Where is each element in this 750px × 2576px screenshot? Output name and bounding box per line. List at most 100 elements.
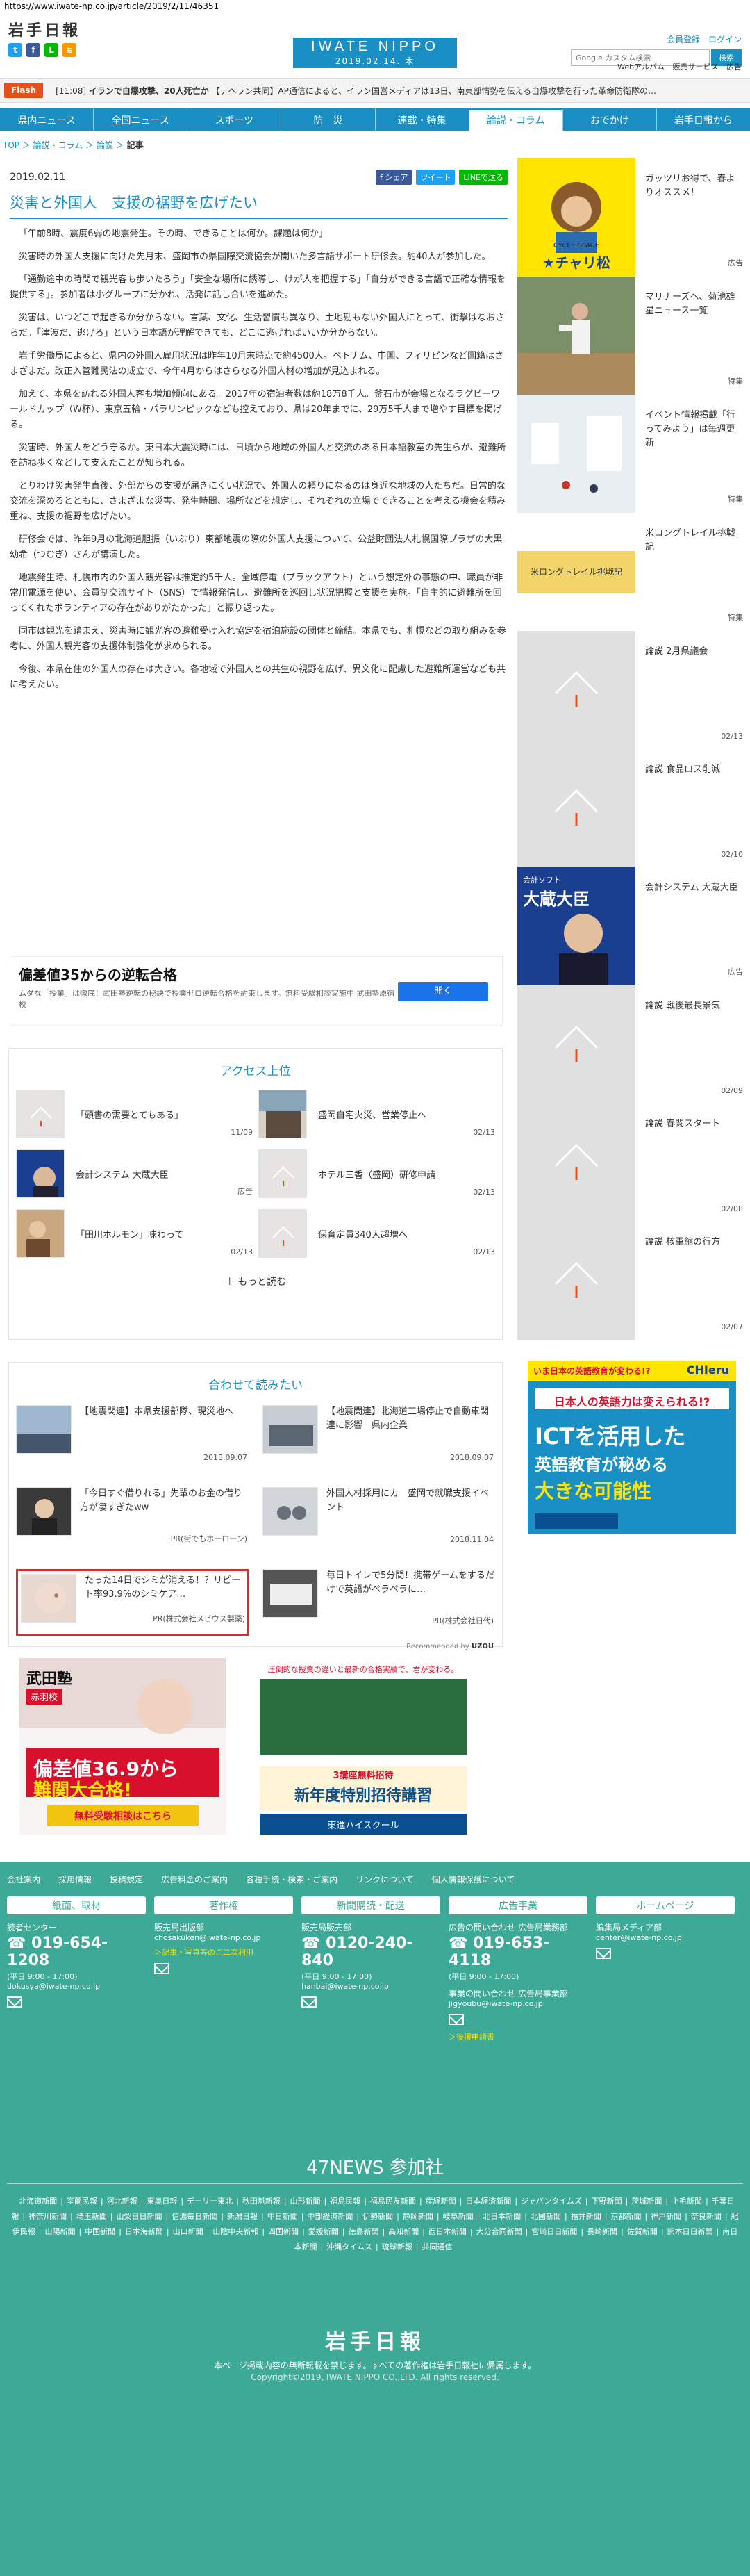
news47-paper-link[interactable]: 神奈川新聞 [28,2212,67,2221]
sidebar-item[interactable]: イベント情報掲載「行ってみよう」は毎週更新 特集 [517,395,750,513]
sidebar-item[interactable]: マリナーズへ、菊池雄星ニュース一覧 特集 [517,277,750,395]
news47-paper-link[interactable]: 中部経済新聞 [307,2212,353,2221]
news47-paper-link[interactable]: 長崎新聞 [587,2227,617,2236]
line-share-button[interactable]: LINEで送る [459,170,508,185]
flash-headline[interactable]: イランで自爆攻撃、20人死亡か [89,86,209,96]
news47-paper-link[interactable]: ジャパンタイムズ [521,2197,582,2206]
ranking-item[interactable]: 盛岡自宅火災、営業停止へ 02/13 [258,1090,495,1138]
ranking-item[interactable]: 保育定員340人超増へ 02/13 [258,1209,495,1258]
news47-paper-link[interactable]: 北海道新聞 [19,2197,57,2206]
news47-paper-link[interactable]: 佐賀新聞 [627,2227,658,2236]
tweet-button[interactable]: ツイート [416,170,456,185]
sidebar-item[interactable]: 会計ソフト 大蔵大臣 会計システム 大蔵大臣 広告 [517,867,750,985]
news47-paper-link[interactable]: 新潟日報 [227,2212,258,2221]
twitter-icon[interactable]: t [8,43,22,57]
ad-banner[interactable]: 偏差値35からの逆転合格 ムダな「授業」は徹底！武田塾逆転の秘訣で授業ゼロ逆転合… [10,956,503,1026]
sidebar-item[interactable]: 米ロングトレイル挑戦記 米ロングトレイル挑戦記 特集 [517,513,750,631]
footer-link-privacy[interactable]: 個人情報保護について [432,1873,515,1885]
contact-email[interactable]: jigyoubu@iwate-np.co.jp [449,1999,588,2008]
nav-features[interactable]: 連載・特集 [376,108,469,131]
news47-paper-link[interactable]: 産経新聞 [426,2197,456,2206]
news47-paper-link[interactable]: 福島民友新聞 [370,2197,416,2206]
contact-note-link[interactable]: ＞後援申請書 [449,2031,588,2042]
ranking-item[interactable]: 会計システム 大蔵大臣 広告 [16,1149,253,1198]
news47-paper-link[interactable]: 山形新聞 [290,2197,321,2206]
news47-paper-link[interactable]: 熊本日日新聞 [667,2227,713,2236]
ranking-item[interactable]: 「田川ホルモン」味わって 02/13 [16,1209,253,1258]
news47-paper-link[interactable]: 下野新聞 [592,2197,622,2206]
news47-paper-link[interactable]: 福井新聞 [571,2212,601,2221]
recommended-item-highlighted[interactable]: たった14日でシミが消える！？リピート率93.9%のシミケア… PR(株式会社メ… [16,1569,249,1636]
register-link[interactable]: 会員登録 [667,35,700,44]
footer-link-recruit[interactable]: 採用情報 [58,1873,92,1885]
sidebar-item[interactable]: 論説 2月県議会 02/13 [517,631,750,749]
site-logo[interactable]: 岩手日報 [8,18,81,40]
facebook-share-button[interactable]: f シェア [376,170,412,185]
takeda-juku-ad[interactable]: 武田塾 赤羽校 偏差値36.9から 難関大合格! 無料受験相談はこちら [19,1658,226,1835]
nav-disaster[interactable]: 防 災 [281,108,376,131]
footer-logo[interactable]: 岩手日報 [0,2324,750,2355]
recommended-by[interactable]: Recommended by UZOU [9,1643,502,1659]
news47-paper-link[interactable]: 日本経済新聞 [465,2197,511,2206]
nav-national-news[interactable]: 全国ニュース [94,108,188,131]
news47-paper-link[interactable]: 山口新聞 [173,2227,203,2236]
news47-paper-link[interactable]: 室蘭民報 [67,2197,97,2206]
contact-email[interactable]: dokusya@iwate-np.co.jp [7,1982,146,1991]
mail-icon[interactable] [7,1996,22,2008]
news47-paper-link[interactable]: 日本海新聞 [125,2227,163,2236]
news47-paper-link[interactable]: 西日本新聞 [428,2227,467,2236]
mail-icon[interactable] [154,1963,169,1974]
news47-paper-link[interactable]: 河北新報 [107,2197,138,2206]
news47-paper-link[interactable]: 中日新聞 [267,2212,298,2221]
news47-paper-link[interactable]: 徳島新聞 [349,2227,379,2236]
footer-link-submission[interactable]: 投稿規定 [110,1873,143,1885]
news47-paper-link[interactable]: 秋田魁新報 [242,2197,281,2206]
ranking-item[interactable]: ホテル三香（盛岡）研修申請 02/13 [258,1149,495,1198]
ranking-item[interactable]: 「頭書の需要とてもある」 11/09 [16,1090,253,1138]
news47-paper-link[interactable]: 埼玉新聞 [76,2212,107,2221]
ad-open-button[interactable]: 開く [398,982,488,1001]
phone-number[interactable]: ☎ 019-653-4118 [449,1935,588,1969]
mail-icon[interactable] [596,1948,611,1959]
news47-paper-link[interactable]: 茨城新聞 [631,2197,662,2206]
phone-number[interactable]: ☎ 0120-240-840 [301,1935,440,1969]
nav-prefecture-news[interactable]: 県内ニュース [0,108,94,131]
news47-paper-link[interactable]: 伊勢新聞 [362,2212,393,2221]
news47-paper-link[interactable]: 山梨日日新聞 [117,2212,162,2221]
news47-paper-link[interactable]: 共同通信 [422,2242,452,2251]
news47-paper-link[interactable]: 京都新聞 [610,2212,641,2221]
sidebar-item[interactable]: 論説 戦後最長景気 02/09 [517,985,750,1104]
flash-text[interactable]: [11:08] イランで自爆攻撃、20人死亡か 【テヘラン共同】AP通信によると… [56,85,722,97]
mail-icon[interactable] [449,2014,464,2025]
contact-email[interactable]: hanbai@iwate-np.co.jp [301,1982,440,1991]
nav-sports[interactable]: スポーツ [188,108,282,131]
phone-number[interactable]: ☎ 019-654-1208 [7,1935,146,1969]
contact-email[interactable]: center@iwate-np.co.jp [596,1933,735,1942]
sidebar-item[interactable]: 論説 核軍縮の行方 02/07 [517,1222,750,1340]
recommended-item[interactable]: 【地震関連】北海道工場停止で自動車関連に影響 県内企業 2018.09.07 [262,1405,495,1472]
footer-link-procedures[interactable]: 各種手続・検索・ご案内 [246,1873,338,1885]
mail-icon[interactable] [301,1996,317,2008]
news47-paper-link[interactable]: 愛媛新聞 [308,2227,339,2236]
ads-link[interactable]: 広告 [726,63,742,72]
sidebar-item[interactable]: CYCLE SPACE ★チャリ松 ガッツリお得で、春よりオススメ！ 広告 [517,158,750,277]
news47-paper-link[interactable]: 神戸新聞 [651,2212,681,2221]
nav-outing[interactable]: おでかけ [563,108,657,131]
breadcrumb-path[interactable]: TOP ＞ 論説・コラム ＞ 論説 ＞ [3,140,124,150]
toshin-ad[interactable]: 圧倒的な授業の違いと最新の合格実績で、君が変わる。 3講座無料招待 新年度特別招… [260,1658,467,1835]
ad-cta[interactable]: 無料受験相談はこちら [47,1809,199,1823]
contact-note-link[interactable]: ＞記事・写真等のご二次利用 [154,1946,293,1958]
news47-paper-link[interactable]: 静岡新聞 [403,2212,433,2221]
news47-paper-link[interactable]: 琉球新報 [382,2242,412,2251]
facebook-icon[interactable]: f [26,43,40,57]
recommended-item[interactable]: 毎日トイレで5分間！携帯ゲームをするだけで英語がペラペラに… PR(株式会社日代… [262,1569,495,1636]
rss-icon[interactable]: ≋ [62,43,76,57]
news47-paper-link[interactable]: 岐阜新聞 [443,2212,474,2221]
recommended-item[interactable]: 「今日すぐ借りれる」先輩のお金の借り方が凄すぎたww PR(街でもホーローン) [16,1487,249,1554]
news47-paper-link[interactable]: 宮崎日日新聞 [531,2227,577,2236]
footer-link-linking[interactable]: リンクについて [356,1873,414,1885]
news47-paper-link[interactable]: 中国新聞 [85,2227,115,2236]
news47-paper-link[interactable]: 北日本新聞 [483,2212,521,2221]
login-link[interactable]: ログイン [708,35,742,44]
nav-from-iwate-nippo[interactable]: 岩手日報から [657,108,750,131]
